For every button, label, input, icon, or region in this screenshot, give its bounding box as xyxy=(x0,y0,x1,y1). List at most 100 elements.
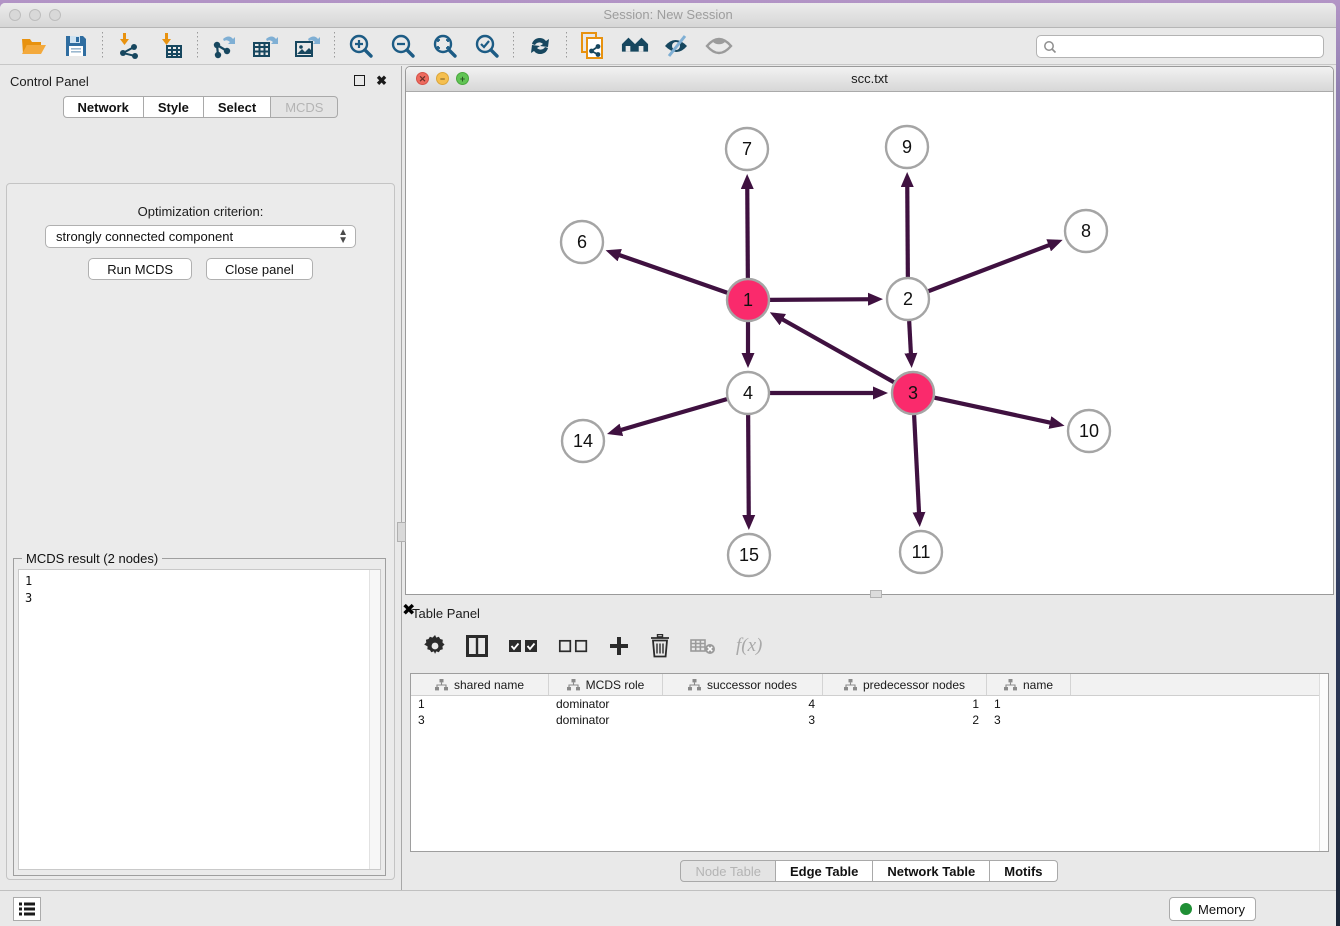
table-scrollbar[interactable] xyxy=(1319,674,1328,851)
edge-1-2[interactable] xyxy=(770,299,878,300)
memory-status-icon xyxy=(1180,903,1192,915)
edge-1-6[interactable] xyxy=(610,252,727,293)
table-cell: 1 xyxy=(823,696,987,712)
zoom-selected-icon[interactable] xyxy=(473,32,501,60)
delete-table-icon[interactable] xyxy=(690,637,716,655)
run-mcds-button[interactable]: Run MCDS xyxy=(88,258,192,280)
node-table[interactable]: shared nameMCDS rolesuccessor nodesprede… xyxy=(410,673,1329,852)
splitter-grip-horizontal[interactable] xyxy=(870,590,882,598)
tab-select[interactable]: Select xyxy=(204,96,271,118)
table-cell: 2 xyxy=(823,712,987,728)
refresh-layout-icon[interactable] xyxy=(526,32,554,60)
graph-node-label-8: 8 xyxy=(1081,221,1091,241)
window-title: Session: New Session xyxy=(0,7,1336,22)
hide-graphics-icon[interactable] xyxy=(663,32,691,60)
table-row[interactable]: 3dominator323 xyxy=(411,712,1328,728)
app-window: Session: New Session xyxy=(0,3,1336,926)
edge-4-15[interactable] xyxy=(748,415,749,525)
table-row[interactable]: 1dominator411 xyxy=(411,696,1328,712)
edge-2-8[interactable] xyxy=(929,242,1058,291)
zoom-fit-icon[interactable] xyxy=(431,32,459,60)
tab-motifs[interactable]: Motifs xyxy=(990,860,1057,882)
table-cell: dominator xyxy=(549,712,663,728)
gear-icon[interactable] xyxy=(424,635,446,657)
tab-network-table[interactable]: Network Table xyxy=(873,860,990,882)
export-table-icon[interactable] xyxy=(252,32,280,60)
mcds-result-text: 1 3 xyxy=(19,570,380,607)
status-bar: Memory xyxy=(0,890,1336,926)
add-column-icon[interactable] xyxy=(608,635,630,657)
result-scrollbar[interactable] xyxy=(369,570,380,869)
table-cell: dominator xyxy=(549,696,663,712)
edge-1-7[interactable] xyxy=(747,179,748,278)
edge-3-11[interactable] xyxy=(914,415,919,522)
edge-2-9[interactable] xyxy=(907,177,908,277)
window-titlebar: Session: New Session xyxy=(0,3,1336,28)
search-icon xyxy=(1042,39,1058,55)
import-network-icon[interactable] xyxy=(115,32,143,60)
list-icon xyxy=(18,901,36,917)
control-panel-tabs: Network Style Select MCDS xyxy=(0,96,401,118)
memory-button[interactable]: Memory xyxy=(1169,897,1256,921)
mcds-result-area[interactable]: 1 3 xyxy=(18,569,381,870)
edge-4-14[interactable] xyxy=(612,399,727,432)
save-session-icon[interactable] xyxy=(62,32,90,60)
tab-mcds[interactable]: MCDS xyxy=(271,96,338,118)
table-tabs: Node Table Edge Table Network Table Moti… xyxy=(402,860,1336,882)
column-view-icon[interactable] xyxy=(466,635,488,657)
column-header-shared-name[interactable]: shared name xyxy=(411,674,549,695)
function-builder-icon[interactable]: f(x) xyxy=(736,635,762,657)
deselect-all-icon[interactable] xyxy=(558,639,588,653)
table-cell: 3 xyxy=(987,712,1071,728)
column-header-name[interactable]: name xyxy=(987,674,1071,695)
graph-node-label-10: 10 xyxy=(1079,421,1099,441)
table-body: 1dominator4113dominator323 xyxy=(411,696,1328,728)
column-header-successor-nodes[interactable]: successor nodes xyxy=(663,674,823,695)
network-window-titlebar: ✕ − + scc.txt xyxy=(406,67,1333,92)
float-panel-icon[interactable] xyxy=(354,75,365,86)
network-window-title: scc.txt xyxy=(406,71,1333,86)
zoom-out-icon[interactable] xyxy=(389,32,417,60)
graph-node-label-9: 9 xyxy=(902,137,912,157)
graph-node-label-3: 3 xyxy=(908,383,918,403)
control-panel-title: Control Panel xyxy=(10,74,89,89)
export-network-icon[interactable] xyxy=(210,32,238,60)
main-toolbar xyxy=(0,28,1336,65)
column-header-predecessor-nodes[interactable]: predecessor nodes xyxy=(823,674,987,695)
export-image-icon[interactable] xyxy=(294,32,322,60)
select-all-icon[interactable] xyxy=(508,639,538,653)
close-panel-button[interactable]: Close panel xyxy=(206,258,313,280)
criterion-select[interactable]: strongly connected component ▲▼ xyxy=(45,225,356,248)
splitter-grip-vertical[interactable] xyxy=(397,522,406,542)
optimization-criterion-label: Optimization criterion: xyxy=(7,204,394,219)
network-document-icon[interactable] xyxy=(579,32,607,60)
network-canvas[interactable]: 1234678910111415 xyxy=(406,92,1333,594)
table-panel-title: Table Panel xyxy=(412,606,480,621)
table-panel: Table Panel ✖ xyxy=(402,600,1336,890)
delete-column-icon[interactable] xyxy=(650,634,670,658)
memory-label: Memory xyxy=(1198,902,1245,917)
edge-3-1[interactable] xyxy=(774,315,894,382)
graph-node-label-11: 11 xyxy=(912,542,931,562)
table-cell: 4 xyxy=(663,696,823,712)
edge-3-10[interactable] xyxy=(935,398,1060,425)
tab-node-table[interactable]: Node Table xyxy=(680,860,776,882)
open-session-icon[interactable] xyxy=(20,32,48,60)
import-table-icon[interactable] xyxy=(157,32,185,60)
table-cell: 3 xyxy=(411,712,549,728)
table-header-row: shared nameMCDS rolesuccessor nodesprede… xyxy=(411,674,1328,696)
graph-node-label-15: 15 xyxy=(739,545,759,565)
column-header-MCDS-role[interactable]: MCDS role xyxy=(549,674,663,695)
edge-2-3[interactable] xyxy=(909,321,911,363)
search-input[interactable] xyxy=(1058,40,1323,54)
table-toolbar: f(x) xyxy=(402,626,1336,666)
close-panel-icon[interactable]: ✖ xyxy=(376,73,387,89)
show-eye-icon[interactable] xyxy=(705,32,733,60)
zoom-in-icon[interactable] xyxy=(347,32,375,60)
tab-style[interactable]: Style xyxy=(144,96,204,118)
tab-network[interactable]: Network xyxy=(63,96,144,118)
task-history-button[interactable] xyxy=(13,897,41,921)
tab-edge-table[interactable]: Edge Table xyxy=(776,860,873,882)
birdseye-houses-icon[interactable] xyxy=(621,32,649,60)
search-field[interactable] xyxy=(1036,35,1324,58)
